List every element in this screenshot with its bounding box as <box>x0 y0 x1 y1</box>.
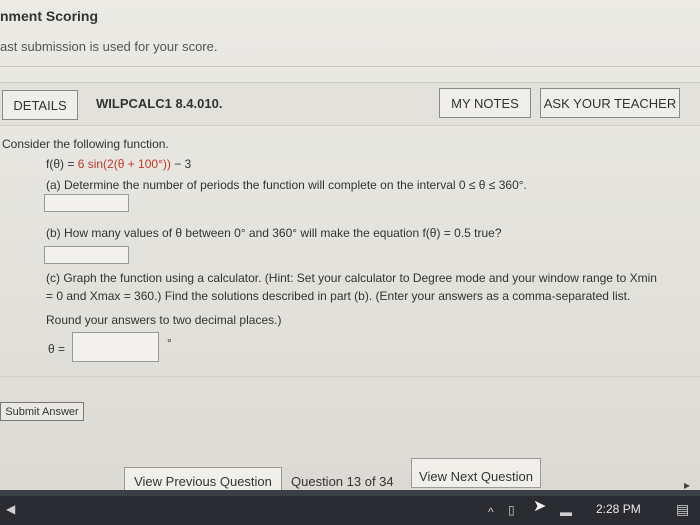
taskbar-scroll-strip <box>0 490 700 496</box>
scroll-left-icon[interactable]: ◀ <box>6 502 15 516</box>
mouse-cursor-icon: ➤ <box>533 498 547 515</box>
part-c-prompt-line3: Round your answers to two decimal places… <box>46 313 282 327</box>
chevron-up-icon[interactable]: ^ <box>488 505 494 519</box>
ask-teacher-button[interactable]: ASK YOUR TEACHER <box>540 88 680 118</box>
divider <box>0 66 700 67</box>
function-rhs: 6 sin(2(θ + 100°)) <box>77 157 171 171</box>
section-subtitle: ast submission is used for your score. <box>0 39 218 54</box>
view-next-question-button[interactable]: View Next Question <box>411 458 541 488</box>
degree-unit: ° <box>167 336 172 350</box>
part-b-prompt: (b) How many values of θ between 0° and … <box>46 226 502 240</box>
question-intro: Consider the following function. <box>2 137 169 151</box>
question-id: WILPCALC1 8.4.010. <box>96 96 223 111</box>
theta-label: θ = <box>48 342 66 356</box>
function-lhs: f(θ) = <box>46 157 78 171</box>
keyboard-icon[interactable]: ▬ <box>560 505 572 519</box>
divider <box>0 376 700 377</box>
function-tail: − 3 <box>170 157 192 171</box>
taskbar-clock[interactable]: 2:28 PM <box>596 502 641 516</box>
part-a-prompt: (a) Determine the number of periods the … <box>46 178 527 192</box>
theta-answer-field[interactable] <box>72 332 159 362</box>
question-position: Question 13 of 34 <box>291 474 394 489</box>
details-button[interactable]: DETAILS <box>2 90 78 120</box>
browser-viewport <box>0 0 700 490</box>
part-b-answer-field[interactable] <box>44 246 129 264</box>
function-definition: f(θ) = 6 sin(2(θ + 100°)) − 3 <box>46 157 191 171</box>
section-title: nment Scoring <box>0 8 99 24</box>
my-notes-button[interactable]: MY NOTES <box>439 88 531 118</box>
notification-icon[interactable]: ▤ <box>676 501 689 518</box>
scroll-right-icon[interactable]: ▸ <box>684 478 690 492</box>
part-c-prompt-line2: = 0 and Xmax = 360.) Find the solutions … <box>46 289 631 303</box>
part-a-answer-field[interactable] <box>44 194 129 212</box>
submit-answer-button[interactable]: Submit Answer <box>0 402 84 421</box>
part-c-prompt-line1: (c) Graph the function using a calculato… <box>46 271 657 285</box>
battery-icon[interactable]: ▯ <box>508 503 515 517</box>
